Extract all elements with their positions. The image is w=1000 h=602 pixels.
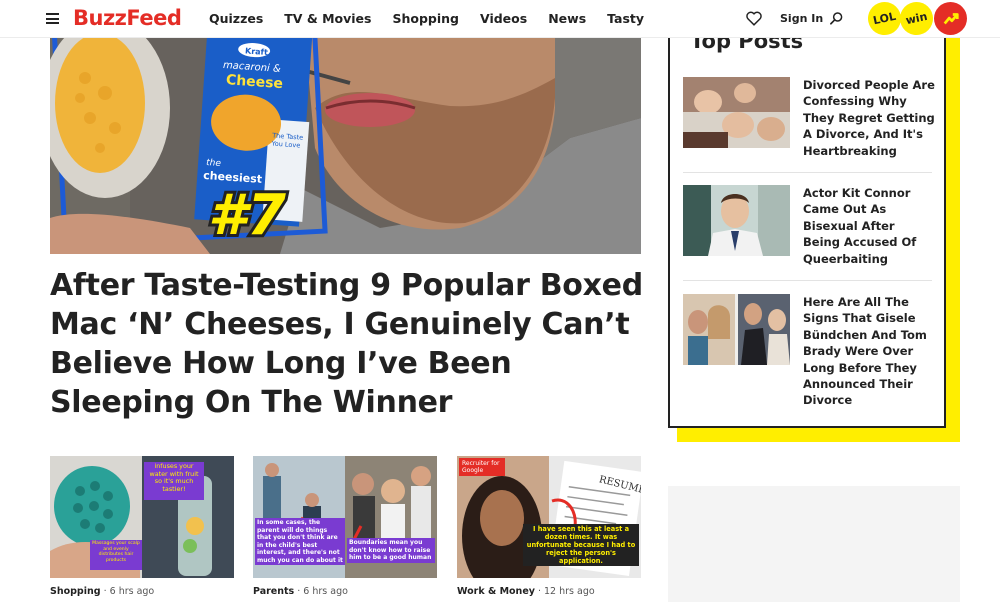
- hero-image[interactable]: Kraft macaroni & Cheese the cheesiest Th…: [50, 38, 641, 254]
- top-navigation-bar: BuzzFeed Quizzes TV & Movies Shopping Vi…: [0, 0, 1000, 39]
- lol-badge[interactable]: LOL: [864, 0, 905, 39]
- card-2-right-caption: Boundaries mean you don't know how to ra…: [347, 538, 435, 563]
- heart-icon[interactable]: [746, 11, 762, 26]
- sign-in-link[interactable]: Sign In: [780, 12, 823, 25]
- card-shopping-image[interactable]: infuses your water with fruit so it's mu…: [50, 456, 234, 578]
- main-nav: Quizzes TV & Movies Shopping Videos News…: [209, 11, 665, 26]
- trending-icon[interactable]: [934, 2, 967, 35]
- card-3-tag: Recruiter for Google: [459, 458, 505, 476]
- win-badge[interactable]: win: [896, 0, 937, 39]
- nav-tv-movies[interactable]: TV & Movies: [284, 11, 371, 26]
- buzzfeed-logo[interactable]: BuzzFeed: [73, 6, 182, 30]
- card-category[interactable]: Shopping: [50, 586, 101, 597]
- card-category[interactable]: Work & Money: [457, 586, 535, 597]
- card-time: 12 hrs ago: [544, 586, 595, 597]
- article-headline[interactable]: After Taste-Testing 9 Popular Boxed Mac …: [50, 266, 650, 422]
- search-icon[interactable]: [829, 11, 844, 26]
- card-category[interactable]: Parents: [253, 586, 294, 597]
- menu-icon[interactable]: [46, 13, 59, 24]
- card-time: 6 hrs ago: [303, 586, 348, 597]
- top-posts-divider: [683, 172, 932, 173]
- top-post-title[interactable]: Actor Kit Connor Came Out As Bisexual Af…: [803, 185, 935, 267]
- nav-tasty[interactable]: Tasty: [607, 11, 644, 26]
- card-2-left-caption: In some cases, the parent will do things…: [255, 518, 345, 565]
- top-post-thumbnail[interactable]: [683, 185, 790, 256]
- top-posts-divider: [683, 280, 932, 281]
- card-1-top-caption: infuses your water with fruit so it's mu…: [149, 462, 199, 493]
- card-3-caption: I have seen this at least a dozen times.…: [523, 524, 639, 566]
- top-post-title[interactable]: Here Are All The Signs That Gisele Bündc…: [803, 294, 935, 409]
- top-post-thumbnail[interactable]: [683, 77, 790, 148]
- ad-placeholder: [668, 486, 960, 602]
- top-post-title[interactable]: Divorced People Are Confessing Why They …: [803, 77, 935, 159]
- card-1-bottom-caption: Massages your scalp and evenly distribut…: [92, 541, 140, 563]
- box-brand-text: Kraft: [245, 46, 269, 57]
- rank-number: #7: [208, 183, 286, 248]
- card-work-money-meta: Work & Money · 12 hrs ago: [457, 586, 595, 597]
- card-shopping-meta: Shopping · 6 hrs ago: [50, 586, 155, 597]
- nav-quizzes[interactable]: Quizzes: [209, 11, 263, 26]
- top-posts-panel: Top Posts Divorced People Are Confessing…: [668, 30, 946, 428]
- nav-videos[interactable]: Videos: [480, 11, 527, 26]
- card-work-money-image[interactable]: RESUME Recruiter for Google I have seen …: [457, 456, 641, 578]
- card-time: 6 hrs ago: [109, 586, 155, 597]
- svg-text:the: the: [206, 158, 222, 169]
- top-post-thumbnail[interactable]: [683, 294, 790, 365]
- nav-shopping[interactable]: Shopping: [392, 11, 459, 26]
- card-parents-image[interactable]: In some cases, the parent will do things…: [253, 456, 437, 578]
- nav-news[interactable]: News: [548, 11, 586, 26]
- card-parents-meta: Parents · 6 hrs ago: [253, 586, 348, 597]
